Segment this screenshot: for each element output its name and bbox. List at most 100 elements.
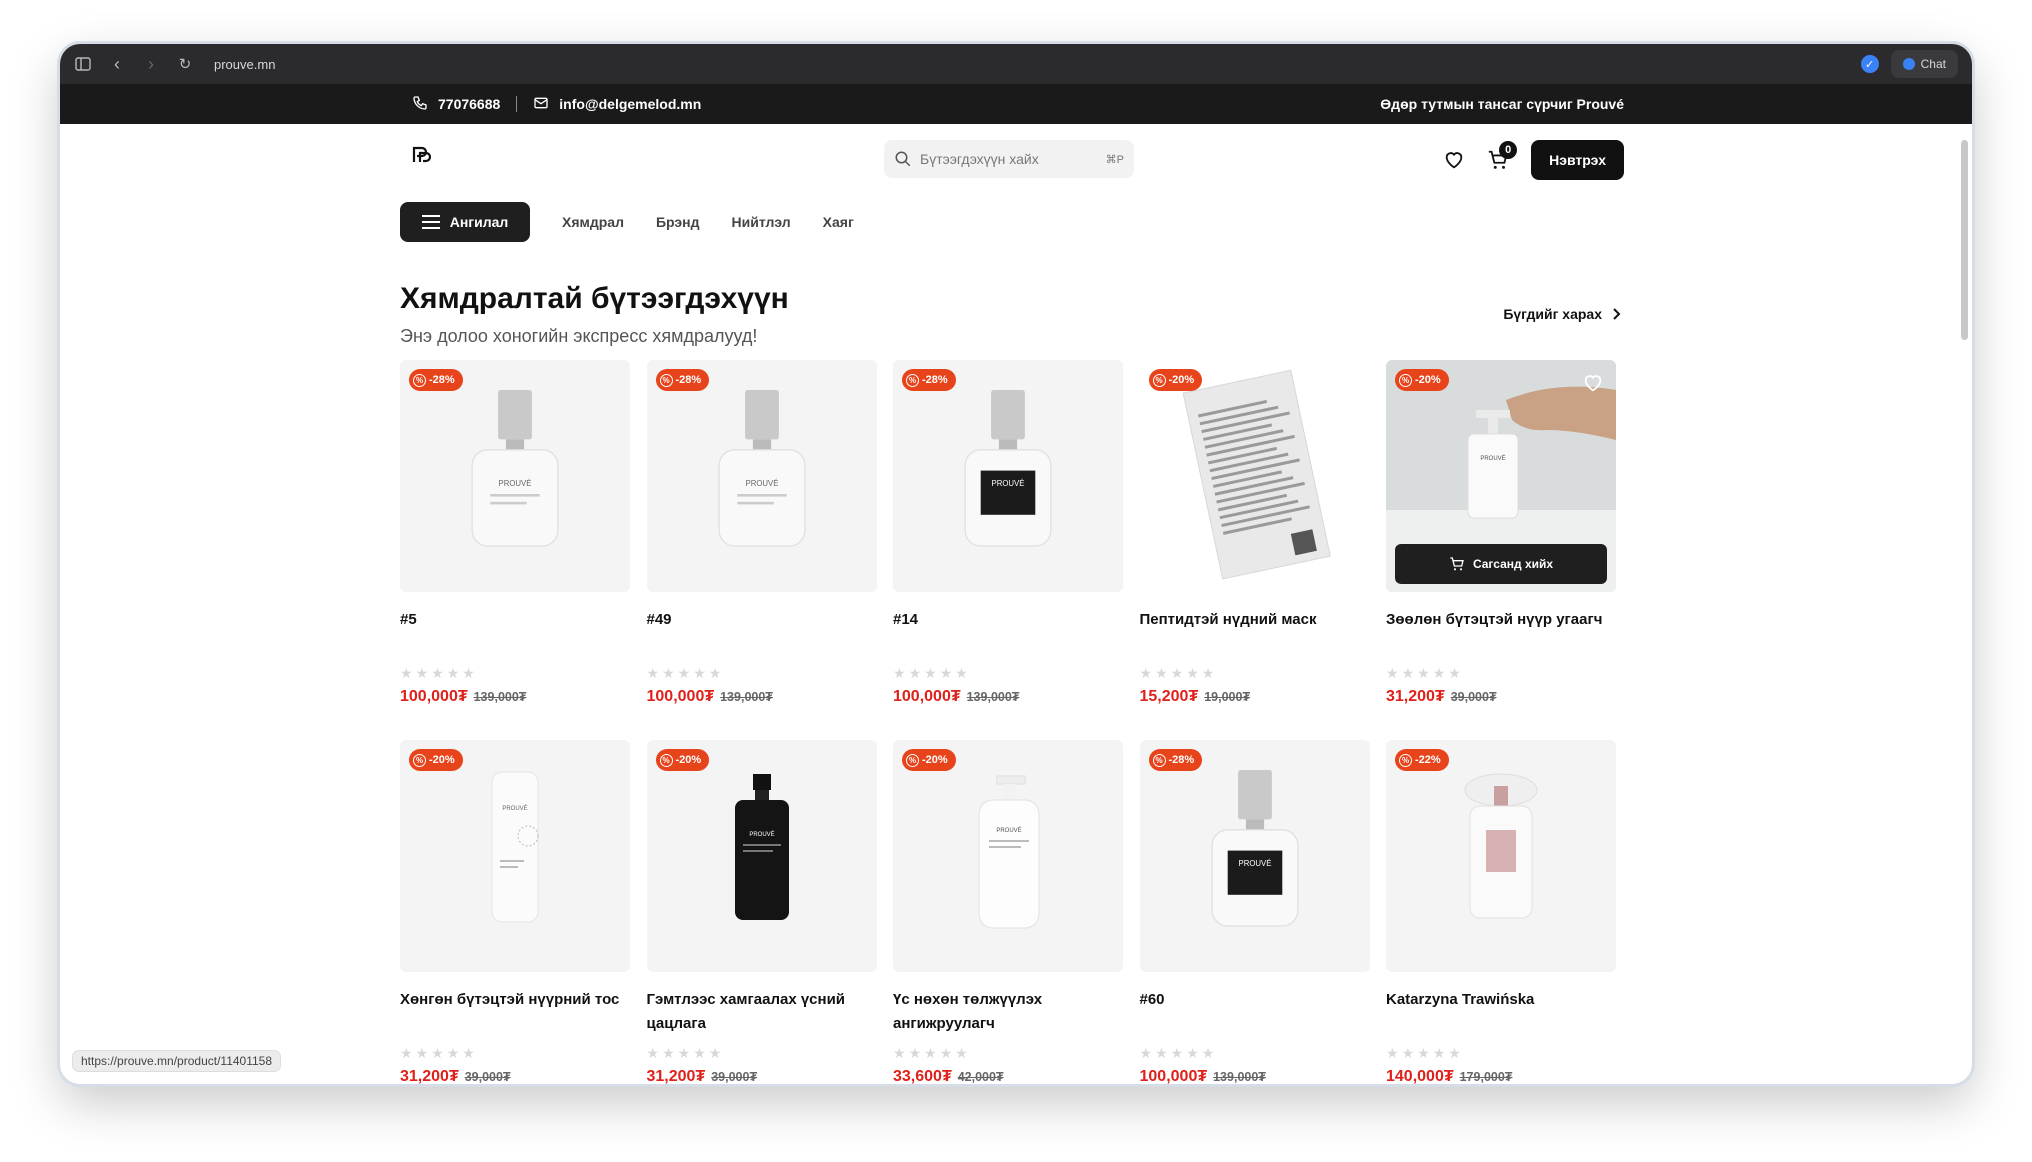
product-image-area[interactable]: PROUVÉ% -28% <box>646 360 877 592</box>
address-bar[interactable]: prouve.mn <box>214 57 275 72</box>
star-icon: ★ <box>446 665 460 681</box>
product-grid: PROUVÉ% -28% #5 ★ ★ ★ ★ ★ 100,000₮ 139,000₮ PROUVÉ… <box>400 360 1632 1084</box>
star-icon: ★ <box>431 665 444 681</box>
reload-icon[interactable]: ↻ <box>168 44 202 84</box>
discount-text: -20% <box>675 754 702 766</box>
add-to-cart-button[interactable]: Сагсанд хийх <box>1395 544 1607 584</box>
discount-icon: % <box>1399 753 1412 767</box>
star-icon: ★ <box>1386 665 1399 681</box>
discount-badge: % -22% <box>1395 749 1449 771</box>
discount-badge: % -20% <box>1148 369 1203 391</box>
category-label: Ангилал <box>449 214 509 230</box>
product-image-area[interactable]: % -22% <box>1386 740 1616 972</box>
star-icon: ★ <box>1417 665 1430 681</box>
sidebar-toggle-icon[interactable] <box>66 44 100 84</box>
product-card[interactable]: PROUVÉ% -28% #5 ★ ★ ★ ★ ★ 100,000₮ 139,000₮ <box>400 360 630 712</box>
nav-link-sale[interactable]: Хямдрал <box>562 214 624 230</box>
info-bar: 77076688 info@delgemelod.mn Өдөр тутмын … <box>60 84 1972 124</box>
sale-price: 100,000₮ <box>400 688 468 705</box>
star-icon: ★ <box>1139 665 1153 681</box>
product-image-area[interactable]: PROUVÉ% -20% Сагсанд хийх <box>1386 360 1616 592</box>
product-card[interactable]: PROUVÉ% -28% #14 ★ ★ ★ ★ ★ 100,000₮ 139,000₮ <box>893 360 1123 712</box>
svg-text:PROUVÉ: PROUVÉ <box>749 831 774 838</box>
see-all-link[interactable]: Бүгдийг харах <box>1503 306 1622 322</box>
star-icon: ★ <box>677 665 691 681</box>
product-name[interactable]: Үс нөхөн төлжүүлэх ангижруулагч <box>893 988 1123 1038</box>
star-icon: ★ <box>1155 1045 1168 1061</box>
product-image-area[interactable]: PROUVÉ% -28% <box>400 360 630 592</box>
status-bar-url: https://prouve.mn/product/11401158 <box>72 1050 282 1072</box>
sale-price: 31,200₮ <box>646 1068 706 1084</box>
original-price: 139,000₮ <box>1213 1070 1266 1084</box>
svg-text:PROUVÉ: PROUVÉ <box>502 805 527 812</box>
logo-icon[interactable] <box>410 144 432 166</box>
product-card[interactable]: PROUVÉ% -20% Гэмтлээс хамгаалах үсний цацл… <box>646 740 877 1084</box>
product-card[interactable]: PROUVÉ% -20% Үс нөхөн төлжүүлэх ангижруула… <box>893 740 1123 1084</box>
product-image-area[interactable]: PROUVÉ % -20% <box>400 740 630 972</box>
search-shortcut: ⌘P <box>1105 153 1124 166</box>
product-card[interactable]: % -20% Пептидтэй нүдний маск ★ ★ ★ ★ ★ 15,200₮ 19… <box>1139 360 1370 712</box>
cart-button[interactable]: 0 <box>1487 141 1518 171</box>
rating-stars: ★ ★ ★ ★ ★ <box>400 1046 630 1060</box>
product-image <box>1139 360 1370 592</box>
product-image <box>1464 773 1538 919</box>
cart-count-badge: 0 <box>1499 141 1518 159</box>
star-icon: ★ <box>693 1045 706 1061</box>
star-icon: ★ <box>677 1045 691 1061</box>
sale-price: 31,200₮ <box>1386 688 1445 705</box>
product-card[interactable]: PROUVÉ% -28% #49 ★ ★ ★ ★ ★ 100,000₮ 139,000₮ <box>646 360 877 712</box>
forward-icon[interactable]: › <box>134 44 168 84</box>
product-name[interactable]: #60 <box>1140 988 1370 1038</box>
star-icon: ★ <box>955 1045 968 1061</box>
product-image-area[interactable]: % -20% <box>1139 360 1370 592</box>
star-icon: ★ <box>708 665 722 681</box>
extension-icon[interactable]: ✓ <box>1860 55 1879 73</box>
browser-toolbar: ‹ › ↻ prouve.mn ✓ Chat <box>60 44 1972 84</box>
wishlist-button[interactable] <box>1443 149 1465 171</box>
tagline: Өдөр тутмын тансаг сүрчиг Prouvé <box>1380 96 1624 112</box>
product-card[interactable]: % -22% Katarzyna Trawińska ★ ★ ★ ★ ★ 140,000₮ 179… <box>1386 740 1616 1084</box>
login-button[interactable]: Нэвтрэх <box>1531 140 1624 180</box>
price-row: 100,000₮ 139,000₮ <box>400 688 630 706</box>
product-name[interactable]: #49 <box>647 608 877 658</box>
chat-button[interactable]: Chat <box>1890 50 1958 78</box>
product-card[interactable]: PROUVÉ % -20% Хөнгөн бүтэцтэй нүүрний тос ★ ★… <box>400 740 630 1084</box>
product-image-area[interactable]: PROUVÉ% -20% <box>893 740 1123 972</box>
discount-text: -28% <box>429 374 455 386</box>
svg-text:PROUVÉ: PROUVÉ <box>1480 455 1505 462</box>
search-input[interactable]: Бүтээгдэхүүн хайх ⌘P <box>884 140 1134 178</box>
email-link[interactable]: info@delgemelod.mn <box>559 96 701 112</box>
scrollbar[interactable] <box>1961 140 1968 340</box>
product-card[interactable]: PROUVÉ% -20% Сагсанд хийх Зөөлөн бүтэцтэй н… <box>1386 360 1616 712</box>
phone-number[interactable]: 77076688 <box>438 96 500 112</box>
nav-link-brand[interactable]: Брэнд <box>656 214 700 230</box>
product-name[interactable]: Хөнгөн бүтэцтэй нүүрний тос <box>400 988 630 1038</box>
product-name[interactable]: Пептидтэй нүдний маск <box>1140 608 1370 658</box>
product-image-area[interactable]: PROUVÉ% -28% <box>893 360 1123 592</box>
discount-badge: % -20% <box>409 749 463 771</box>
product-name[interactable]: Katarzyna Trawińska <box>1386 988 1616 1038</box>
original-price: 39,000₮ <box>711 1070 758 1084</box>
main-nav: Ангилал Хямдрал Брэнд Нийтлэл Хаяг <box>400 202 854 242</box>
product-name[interactable]: #14 <box>893 608 1123 658</box>
section-title: Хямдралтай бүтээгдэхүүн <box>400 282 789 315</box>
category-button[interactable]: Ангилал <box>400 202 530 242</box>
product-card[interactable]: PROUVÉ% -28% #60 ★ ★ ★ ★ ★ 100,000₮ 139,000₮ <box>1139 740 1370 1084</box>
star-icon: ★ <box>1386 1045 1399 1061</box>
nav-link-articles[interactable]: Нийтлэл <box>732 214 791 230</box>
menu-icon <box>421 215 440 229</box>
discount-text: -28% <box>675 374 702 386</box>
add-to-cart-label: Сагсанд хийх <box>1472 557 1554 571</box>
product-name[interactable]: Гэмтлээс хамгаалах үсний цацлага <box>647 988 877 1038</box>
product-name[interactable]: Зөөлөн бүтэцтэй нүүр угаагч <box>1386 608 1616 658</box>
product-name[interactable]: #5 <box>400 608 630 658</box>
search-placeholder: Бүтээгдэхүүн хайх <box>920 151 1039 167</box>
price-row: 31,200₮ 39,000₮ <box>647 1068 877 1084</box>
star-icon: ★ <box>1448 1045 1461 1061</box>
nav-link-address[interactable]: Хаяг <box>823 214 854 230</box>
back-icon[interactable]: ‹ <box>100 44 134 84</box>
product-image-area[interactable]: PROUVÉ% -28% <box>1139 740 1370 972</box>
product-image-area[interactable]: PROUVÉ% -20% <box>646 740 877 972</box>
heart-icon[interactable] <box>1582 372 1604 394</box>
price-row: 31,200₮ 39,000₮ <box>1386 688 1616 706</box>
